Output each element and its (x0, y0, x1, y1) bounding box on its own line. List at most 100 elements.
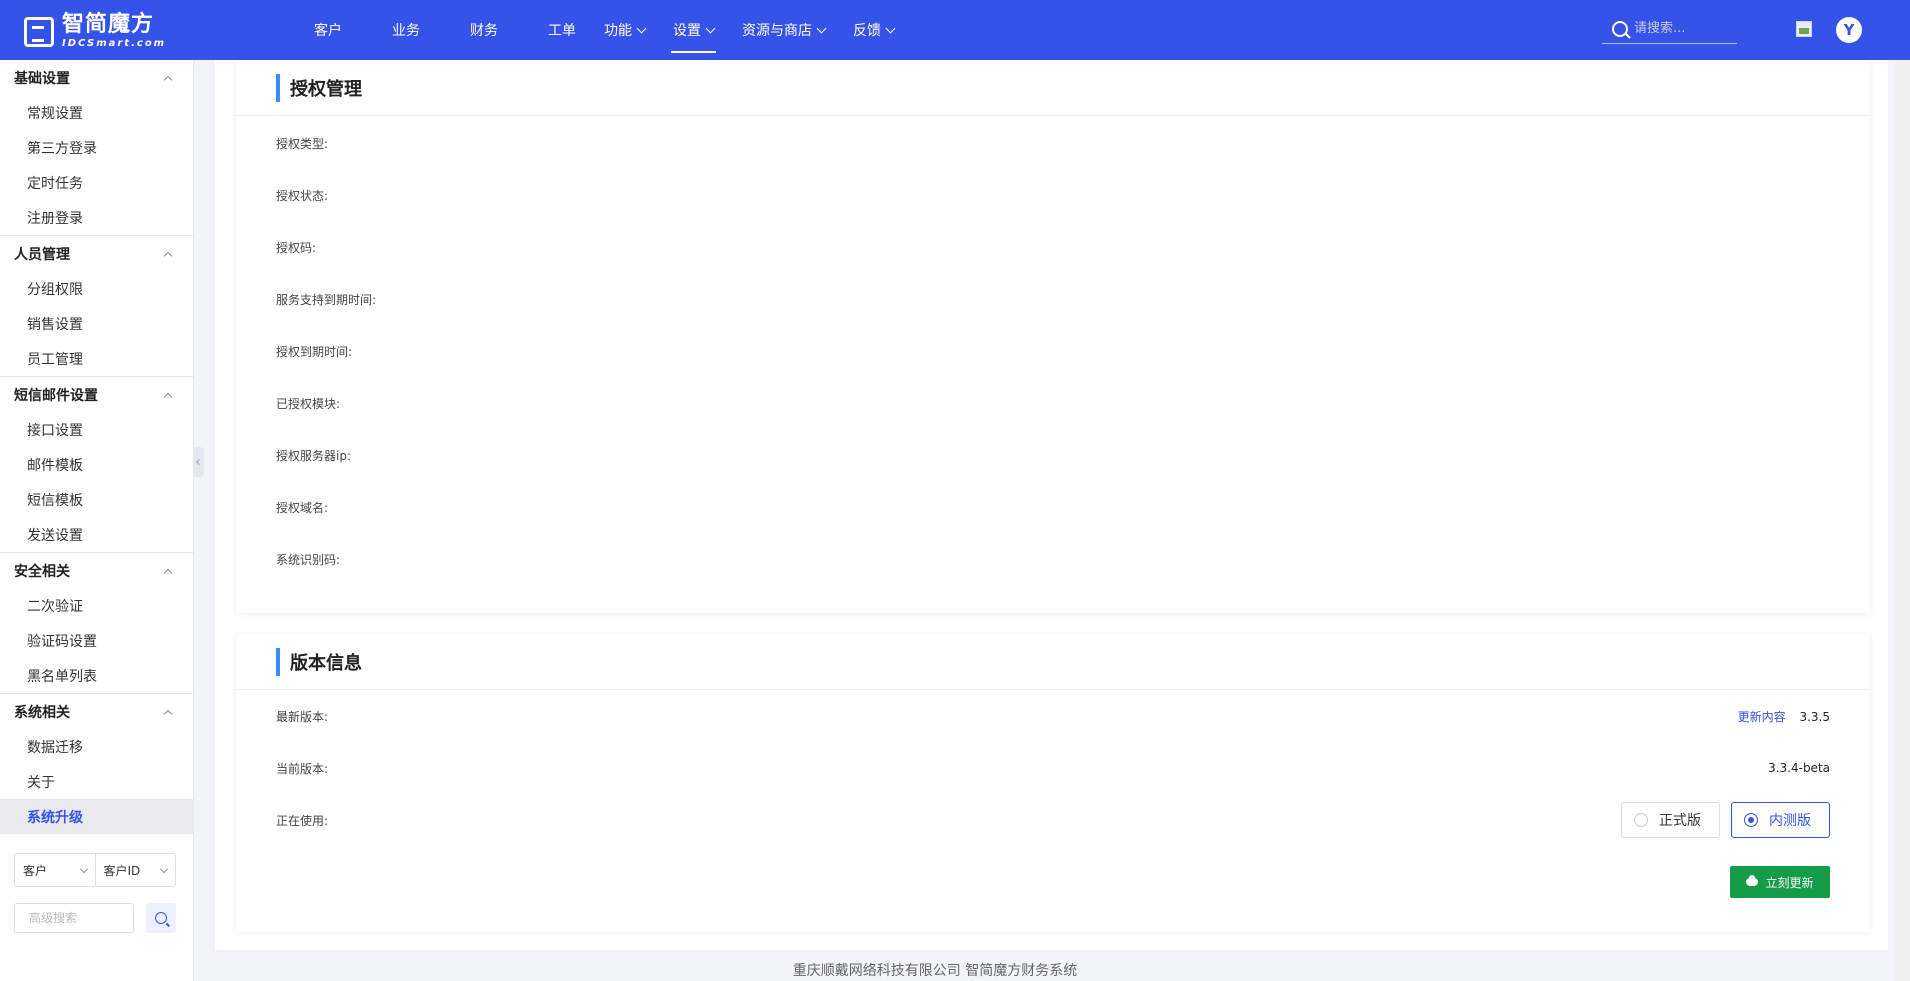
search-field-select[interactable]: 客户ID (94, 854, 176, 886)
sidebar-group-header[interactable]: 短信邮件设置 (0, 377, 193, 412)
nav-item[interactable]: 业务 (378, 0, 434, 60)
chevron-down-icon (79, 864, 88, 873)
search-type-value: 客户 (23, 863, 48, 878)
advanced-search-button[interactable] (146, 903, 176, 933)
license-field-row: 授权状态: (236, 169, 1870, 221)
advanced-search-input[interactable] (14, 903, 134, 933)
sidebar-item[interactable]: 关于 (0, 764, 193, 799)
sidebar-item[interactable]: 邮件模板 (0, 447, 193, 482)
nav-item[interactable]: 反馈 (839, 0, 908, 60)
global-search[interactable] (1602, 14, 1737, 44)
chevron-down-icon (816, 23, 827, 33)
license-field-row: 授权类型: (236, 117, 1870, 169)
changelog-link[interactable]: 更新内容 (1738, 710, 1786, 724)
license-field-row: 授权服务器ip: (236, 429, 1870, 481)
page-scrollbar[interactable] (1895, 60, 1910, 981)
logo[interactable]: 智简魔方 IDCSmart.com (24, 14, 166, 49)
license-card: 授权管理 授权类型: 授权状态: 授权码: 服务支持到期时间: 授权到期时间: 已授权模块… (236, 60, 1870, 613)
sidebar-group: 基础设置常规设置 第三方登录 定时任务 注册登录 (0, 60, 193, 236)
field-label: 授权状态: (276, 188, 329, 203)
title-accent-bar (276, 73, 280, 102)
sidebar-collapse-handle[interactable] (194, 447, 204, 477)
channel-radio-group: 正式版 内测版 (1610, 802, 1830, 838)
nav-item-label: 设置 (673, 23, 701, 39)
sidebar-item[interactable]: 数据迁移 (0, 729, 193, 764)
sidebar-group-header[interactable]: 人员管理 (0, 236, 193, 271)
radio-label: 正式版 (1659, 813, 1701, 829)
sidebar-item[interactable]: 系统升级 (0, 799, 193, 834)
license-field-row: 授权到期时间: (236, 325, 1870, 377)
field-label: 当前版本: (276, 761, 329, 776)
sidebar-item[interactable]: 定时任务 (0, 165, 193, 200)
sidebar-group-title: 短信邮件设置 (14, 387, 98, 404)
chevron-down-icon (159, 864, 169, 873)
nav-item-label: 财务 (470, 23, 498, 39)
nav-item[interactable]: 资源与商店 (728, 0, 839, 60)
search-icon[interactable] (1612, 20, 1628, 37)
nav-item[interactable]: 功能 (590, 0, 659, 60)
chevron-up-icon (163, 568, 173, 577)
sidebar-item[interactable]: 注册登录 (0, 200, 193, 235)
card-title: 版本信息 (290, 652, 362, 674)
current-version-value: 3.3.4-beta (1768, 761, 1830, 775)
field-label: 服务支持到期时间: (276, 292, 377, 307)
channel-row: 正在使用: 正式版 内测版 (236, 794, 1870, 846)
license-field-row: 授权码: (236, 221, 1870, 273)
sidebar-item[interactable]: 二次验证 (0, 588, 193, 623)
card-title: 授权管理 (290, 78, 362, 100)
sidebar-item[interactable]: 分组权限 (0, 271, 193, 306)
search-input[interactable] (1634, 21, 1734, 36)
title-accent-bar (276, 647, 280, 676)
radio-dot-icon (1634, 813, 1648, 827)
field-label: 授权服务器ip: (276, 448, 351, 463)
chevron-down-icon (636, 23, 647, 33)
license-field-row: 已授权模块: (236, 377, 1870, 429)
sidebar-item[interactable]: 黑名单列表 (0, 658, 193, 693)
nav-item[interactable]: 财务 (456, 0, 512, 60)
sidebar-group: 人员管理分组权限 销售设置 员工管理 (0, 236, 193, 377)
sidebar-group: 安全相关 二次验证 验证码设置 黑名单列表 (0, 553, 193, 694)
sidebar-group-title: 基础设置 (14, 70, 70, 87)
radio-label: 内测版 (1769, 813, 1811, 829)
field-label: 最新版本: (276, 709, 329, 724)
sidebar-item[interactable]: 员工管理 (0, 341, 193, 376)
sidebar-group-header[interactable]: 基础设置 (0, 60, 193, 95)
search-type-select[interactable]: 客户 (15, 854, 95, 886)
latest-version-row: 最新版本: 更新内容 3.3.5 (236, 690, 1870, 742)
sidebar-group: 短信邮件设置接口设置 邮件模板 短信模板 发送设置 (0, 377, 193, 553)
sidebar-item[interactable]: 验证码设置 (0, 623, 193, 658)
update-now-label: 立刻更新 (1765, 875, 1814, 890)
field-label: 授权到期时间: (276, 344, 353, 359)
sidebar-item[interactable]: 销售设置 (0, 306, 193, 341)
channel-radio-option[interactable]: 内测版 (1731, 802, 1830, 838)
logo-icon (24, 16, 54, 47)
sidebar-group-header[interactable]: 安全相关 (0, 553, 193, 588)
sidebar-item[interactable]: 接口设置 (0, 412, 193, 447)
nav-item-label: 客户 (314, 23, 342, 39)
broken-image-icon[interactable] (1796, 21, 1812, 37)
sidebar-item[interactable]: 第三方登录 (0, 130, 193, 165)
logo-subtext: IDCSmart.com (62, 38, 167, 49)
sidebar: 基础设置 常规设置 第三方登录 定时任务 注册登录 人员管理 分组权限 销售设置 员工管理 短信邮… (0, 60, 194, 981)
search-icon (155, 912, 167, 924)
sidebar-group-title: 人员管理 (14, 246, 70, 263)
nav-item-label: 反馈 (853, 23, 881, 39)
update-now-button[interactable]: 立刻更新 (1730, 866, 1830, 898)
chevron-down-icon (885, 23, 896, 33)
sidebar-item[interactable]: 短信模板 (0, 482, 193, 517)
nav-item[interactable]: 工单 (534, 0, 590, 60)
nav-item[interactable]: 客户 (300, 0, 356, 60)
field-label: 授权类型: (276, 136, 329, 151)
channel-radio-option[interactable]: 正式版 (1621, 802, 1720, 838)
main-nav: 客户 业务 财务 工单 功能 设置 资源与商店 反馈 (300, 0, 908, 60)
license-field-row: 系统识别码: (236, 533, 1870, 585)
field-label: 授权域名: (276, 500, 329, 515)
sidebar-item[interactable]: 发送设置 (0, 517, 193, 552)
sidebar-group-header[interactable]: 系统相关 (0, 694, 193, 729)
avatar[interactable]: Y (1836, 17, 1862, 43)
chevron-up-icon (163, 709, 173, 718)
sidebar-item[interactable]: 常规设置 (0, 95, 193, 130)
nav-item[interactable]: 设置 (659, 0, 728, 60)
sidebar-group-title: 系统相关 (14, 704, 70, 721)
logo-text: 智简魔方 (62, 12, 155, 37)
